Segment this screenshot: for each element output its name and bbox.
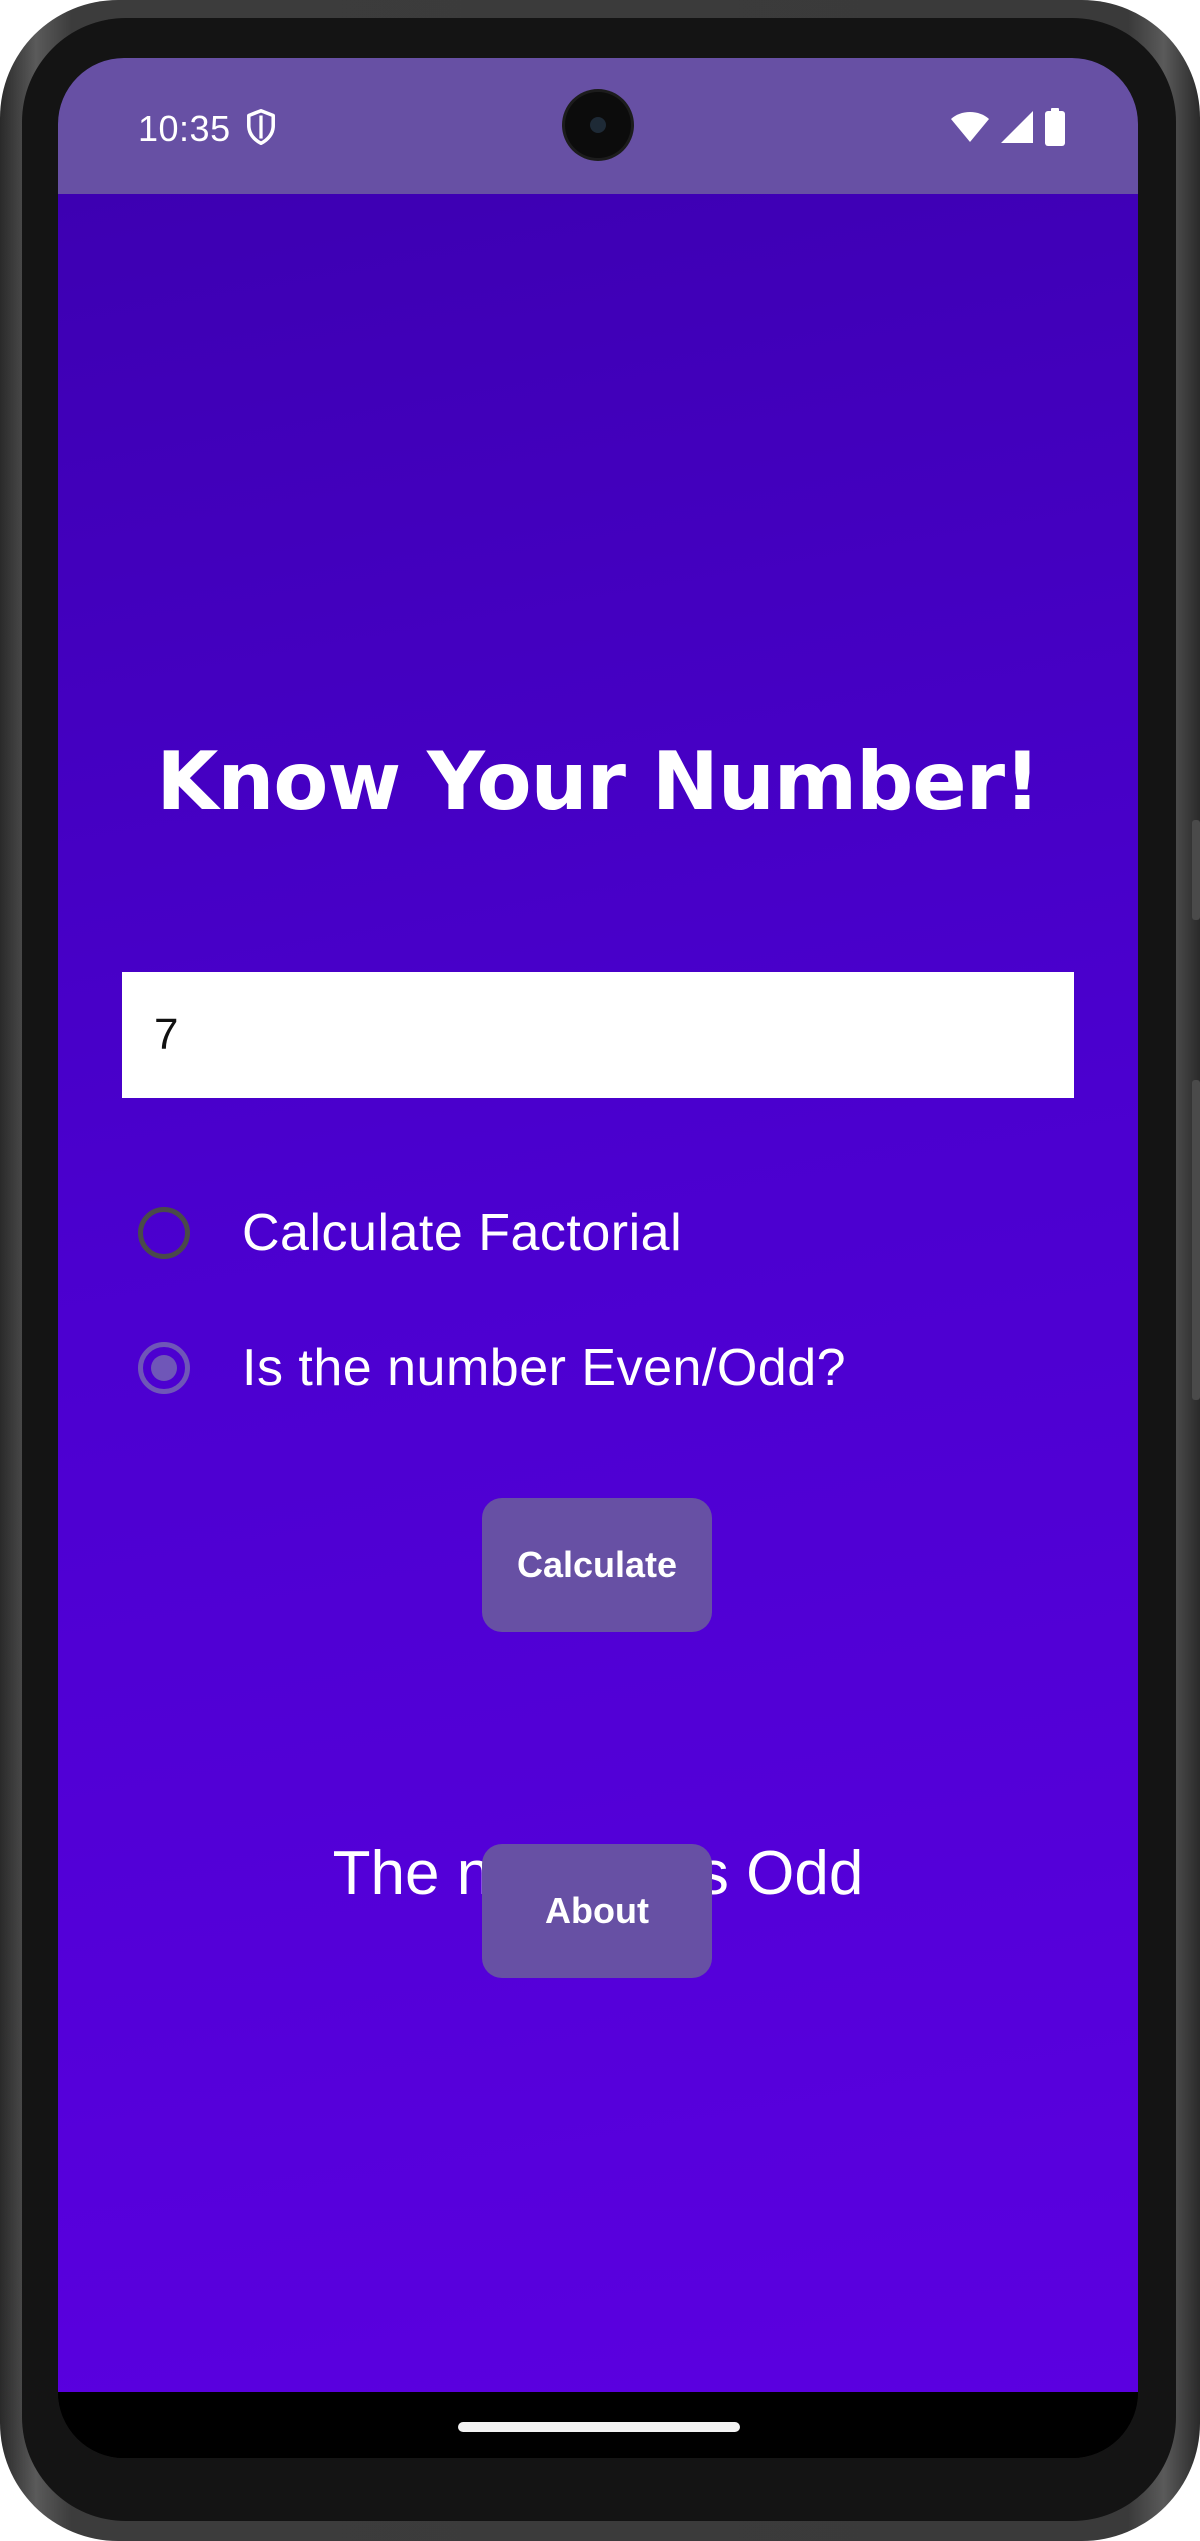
status-icons xyxy=(950,108,1066,146)
about-button[interactable]: About xyxy=(482,1844,712,1978)
radio-label-factorial: Calculate Factorial xyxy=(242,1204,683,1262)
radio-even-odd[interactable]: Is the number Even/Odd? xyxy=(138,1318,1038,1418)
page-title: Know Your Number! xyxy=(156,735,1040,828)
phone-frame: 10:35 Know Your Number! 7 Calculate Fact… xyxy=(0,0,1200,2541)
radio-calculate-factorial[interactable]: Calculate Factorial xyxy=(138,1183,1038,1283)
volume-button xyxy=(1192,1080,1200,1400)
power-button xyxy=(1192,820,1200,920)
battery-icon xyxy=(1045,108,1065,146)
radio-checked-icon[interactable] xyxy=(138,1342,190,1394)
number-input[interactable] xyxy=(122,972,1074,1098)
app-content: Know Your Number! Calculate Factorial Is… xyxy=(58,194,1138,2392)
calculate-button[interactable]: Calculate xyxy=(482,1498,712,1632)
status-bar: 10:35 xyxy=(58,58,1138,194)
radio-label-even-odd: Is the number Even/Odd? xyxy=(242,1339,847,1397)
screen: 10:35 Know Your Number! 7 Calculate Fact… xyxy=(58,58,1138,2458)
home-gesture-handle[interactable] xyxy=(458,2422,740,2432)
radio-unchecked-icon[interactable] xyxy=(138,1207,190,1259)
cellular-signal-icon xyxy=(1001,111,1033,143)
shield-icon xyxy=(247,108,275,146)
front-camera xyxy=(565,92,631,158)
status-time: 10:35 xyxy=(138,108,231,149)
wifi-icon xyxy=(951,112,989,142)
